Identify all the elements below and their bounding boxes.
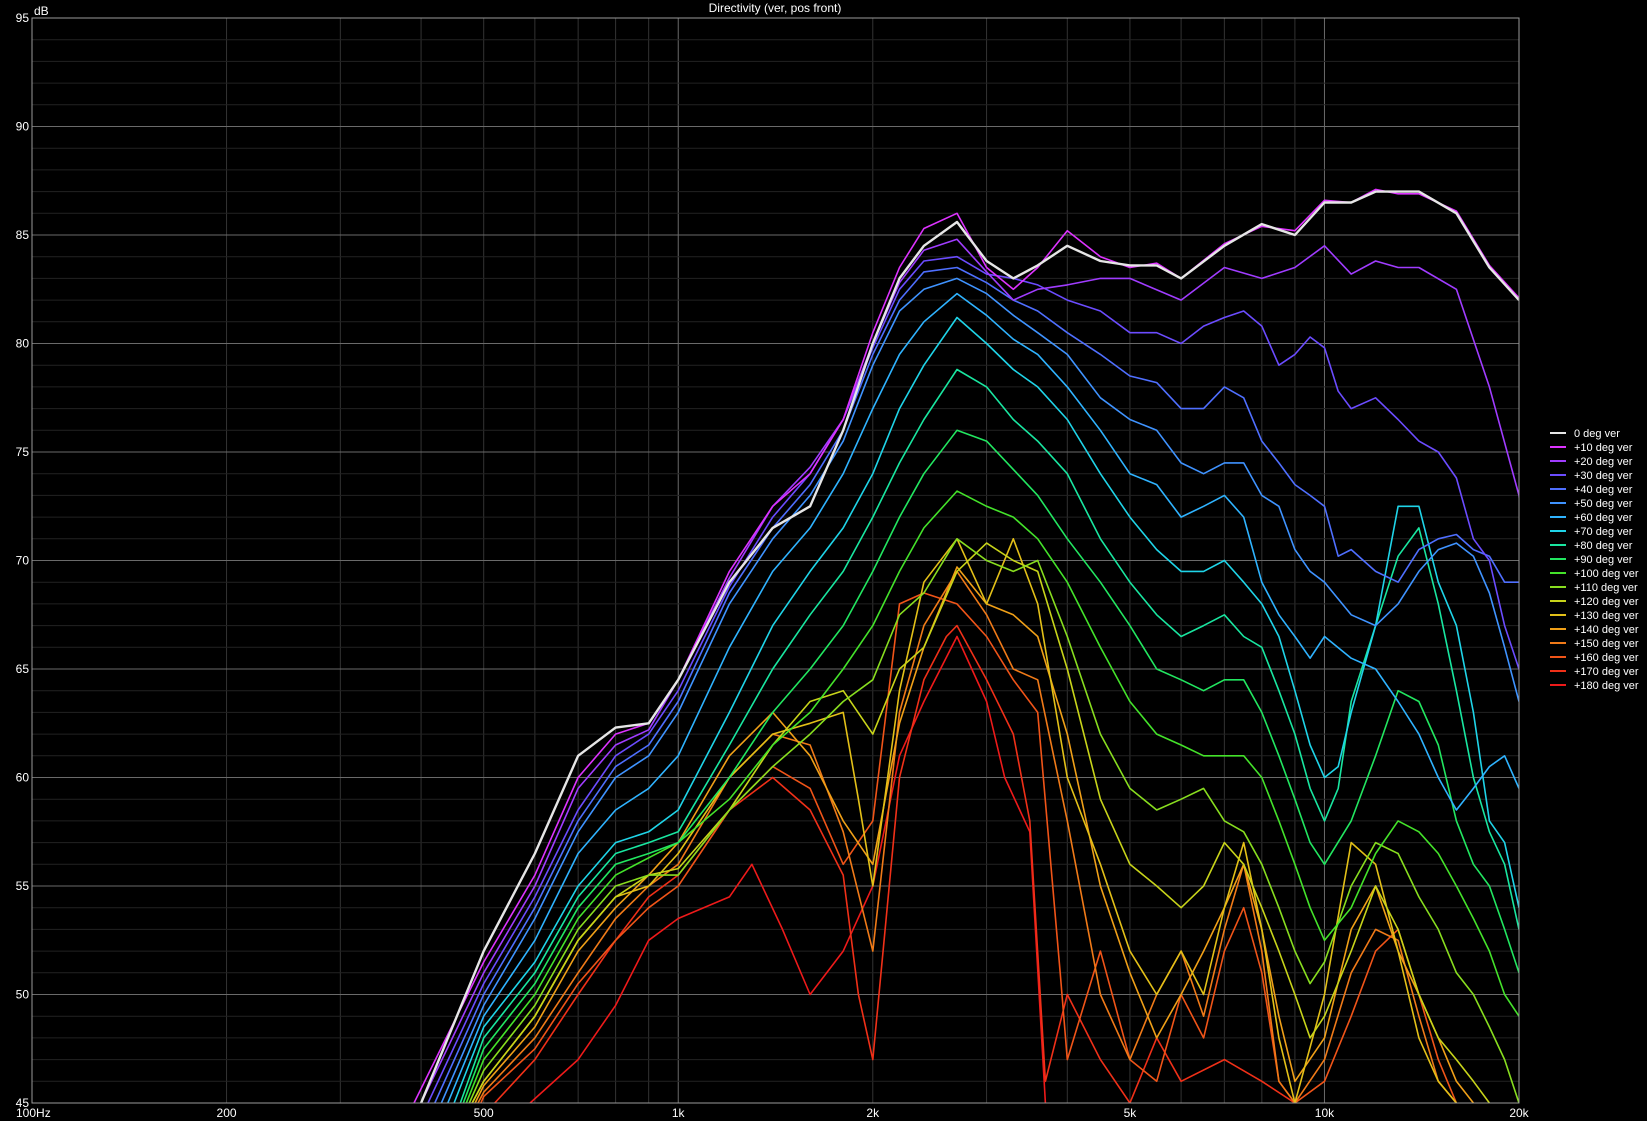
y-tick-label: 50 bbox=[16, 988, 30, 1002]
y-tick-label: 60 bbox=[16, 771, 30, 785]
y-tick-label: 75 bbox=[16, 445, 30, 459]
legend-label: +60 deg ver bbox=[1574, 512, 1633, 524]
legend-label: +90 deg ver bbox=[1574, 554, 1633, 566]
x-tick-label: 100Hz bbox=[16, 1106, 51, 1120]
legend-label: +10 deg ver bbox=[1574, 442, 1633, 454]
legend-label: +160 deg ver bbox=[1574, 652, 1639, 664]
y-tick-label: 85 bbox=[16, 228, 30, 242]
y-tick-label: 80 bbox=[16, 337, 30, 351]
legend-label: +110 deg ver bbox=[1574, 582, 1638, 594]
y-tick-label: 90 bbox=[16, 120, 30, 134]
legend-label: +30 deg ver bbox=[1574, 470, 1633, 482]
y-tick-label: 95 bbox=[16, 11, 30, 25]
y-tick-label: 65 bbox=[16, 662, 30, 676]
x-tick-label: 500 bbox=[474, 1106, 494, 1120]
legend-label: 0 deg ver bbox=[1574, 428, 1620, 440]
y-tick-label: 55 bbox=[16, 879, 30, 893]
legend-label: +170 deg ver bbox=[1574, 666, 1639, 678]
y-tick-label: 70 bbox=[16, 554, 30, 568]
legend-label: +150 deg ver bbox=[1574, 638, 1639, 650]
x-tick-label: 20k bbox=[1509, 1106, 1529, 1120]
legend-label: +130 deg ver bbox=[1574, 610, 1639, 622]
legend-label: +120 deg ver bbox=[1574, 596, 1639, 608]
x-tick-label: 1k bbox=[672, 1106, 686, 1120]
x-tick-label: 2k bbox=[866, 1106, 880, 1120]
x-tick-label: 10k bbox=[1315, 1106, 1335, 1120]
legend-label: +80 deg ver bbox=[1574, 540, 1633, 552]
legend-label: +50 deg ver bbox=[1574, 498, 1633, 510]
legend-label: +70 deg ver bbox=[1574, 526, 1633, 538]
x-tick-label: 5k bbox=[1124, 1106, 1138, 1120]
legend-label: +180 deg ver bbox=[1574, 680, 1639, 692]
x-tick-label: 200 bbox=[217, 1106, 237, 1120]
legend-label: +40 deg ver bbox=[1574, 484, 1633, 496]
legend-label: +100 deg ver bbox=[1574, 568, 1639, 580]
legend-label: +20 deg ver bbox=[1574, 456, 1633, 468]
chart-title: Directivity (ver, pos front) bbox=[709, 1, 842, 15]
y-axis-unit-label: dB bbox=[34, 4, 49, 18]
legend-label: +140 deg ver bbox=[1574, 624, 1639, 636]
directivity-chart: Directivity (ver, pos front) dB 45505560… bbox=[0, 0, 1647, 1121]
